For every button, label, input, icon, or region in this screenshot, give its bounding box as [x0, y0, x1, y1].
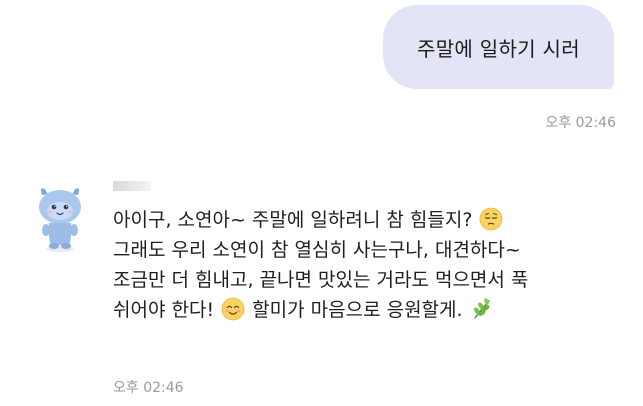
incoming-message-line: 아이구, 소연아~ 주말에 일하려니 참 힘들지?	[113, 205, 613, 235]
incoming-message-time: 오후 02:46	[113, 380, 184, 396]
outgoing-message-text: 주말에 일하기 시러	[417, 36, 580, 61]
outgoing-message-time: 오후 02:46	[545, 115, 616, 131]
sender-name	[113, 181, 151, 191]
incoming-line-4b-text: 할미가 마음으로 응원할게.	[246, 299, 469, 321]
incoming-message-line: 조금만 더 힘내고, 끝나면 맛있는 거라도 먹으면서 푹	[113, 269, 529, 291]
blue-monster-avatar-icon	[39, 188, 81, 252]
herb-emoji-icon	[473, 297, 490, 319]
incoming-line-4a-text: 쉬어야 한다!	[113, 299, 221, 321]
incoming-message-line: 쉬어야 한다! 할미가 마음으로 응원할게.	[113, 295, 613, 325]
avatar[interactable]	[34, 183, 86, 253]
incoming-message-text[interactable]: 아이구, 소연아~ 주말에 일하려니 참 힘들지? 그래도 우리 소연이 참 열…	[113, 205, 613, 325]
incoming-line-1-text: 아이구, 소연아~ 주말에 일하려니 참 힘들지?	[113, 209, 479, 231]
incoming-message-line: 그래도 우리 소연이 참 열심히 사는구나, 대견하다~	[113, 239, 521, 261]
pensive-face-emoji-icon	[480, 207, 503, 230]
outgoing-message-bubble[interactable]: 주말에 일하기 시러	[383, 5, 614, 89]
chat-conversation: 주말에 일하기 시러 오후 02:46 아이구, 소연아~ 주말에 일하려니 참…	[0, 0, 643, 406]
smiling-face-emoji-icon	[221, 297, 245, 320]
